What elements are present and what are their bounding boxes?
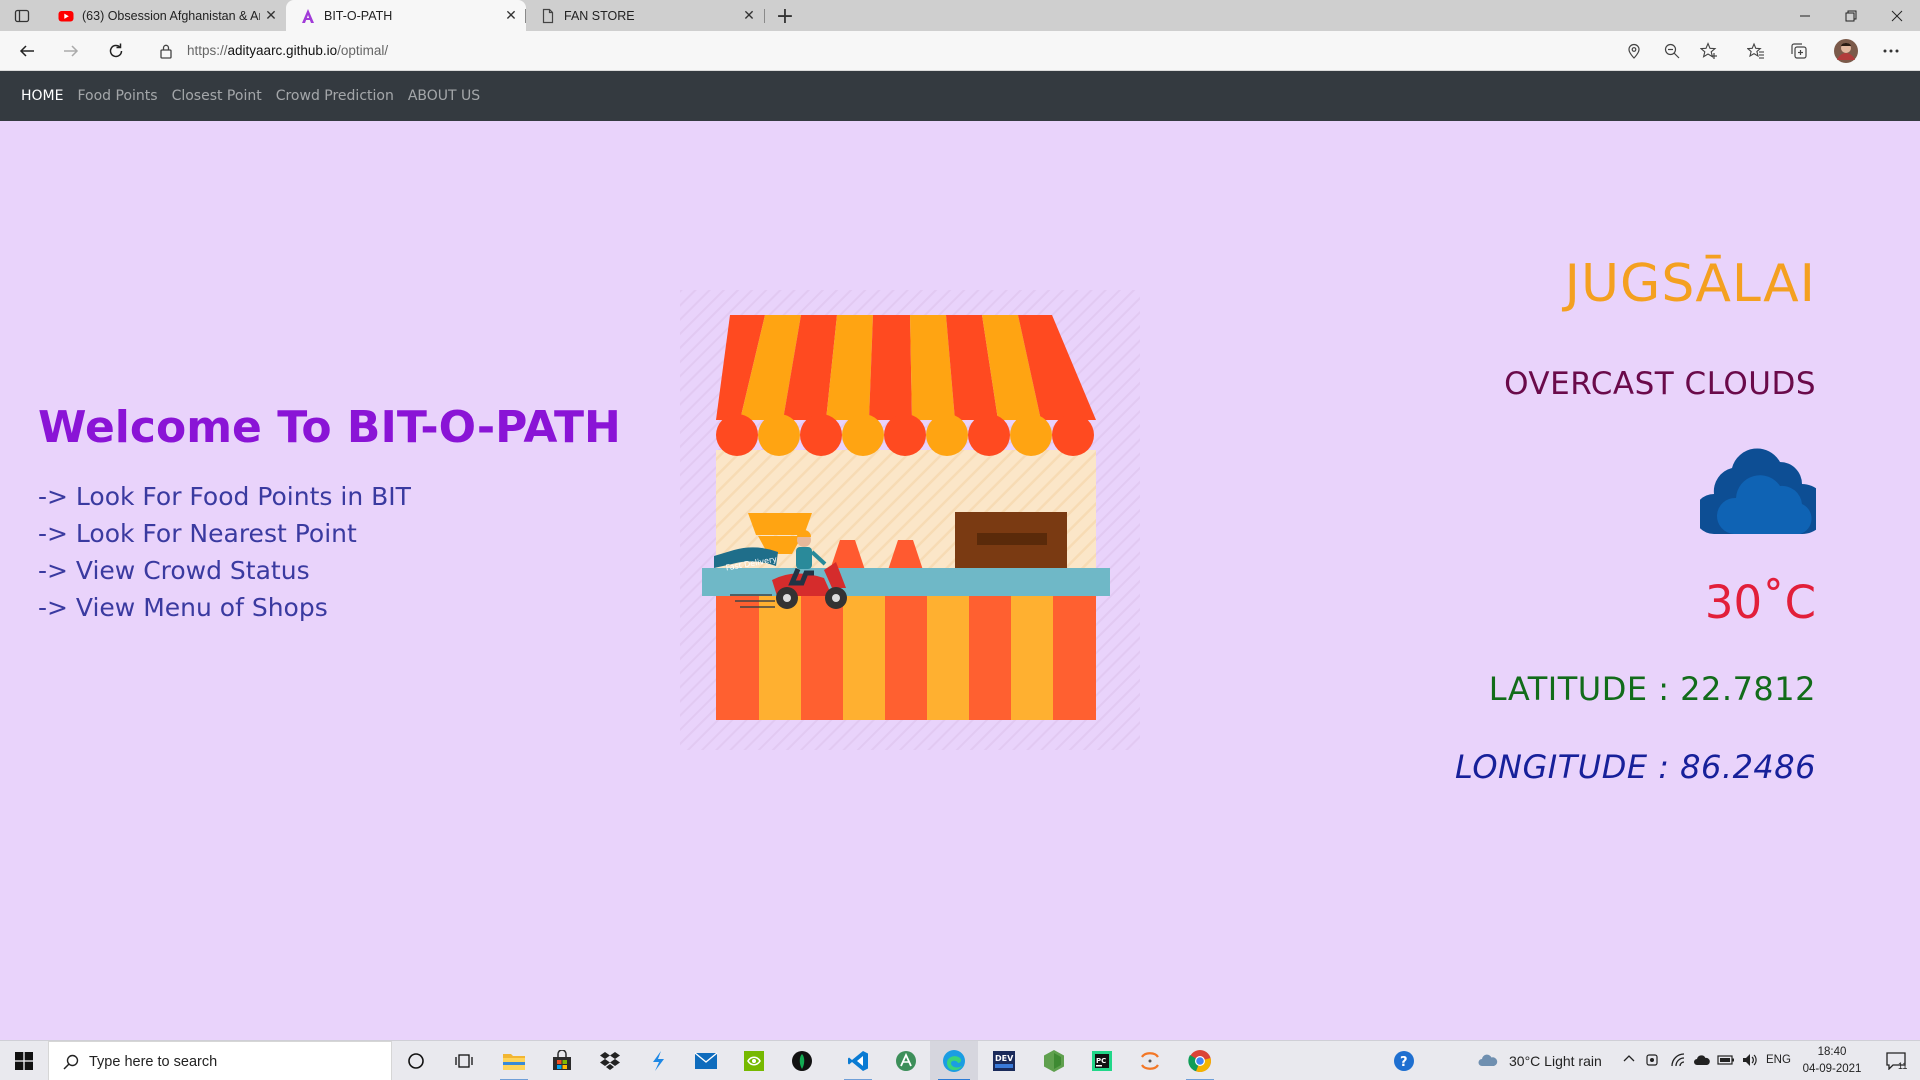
battery-icon[interactable]: [1717, 1053, 1735, 1069]
stall-base: [716, 596, 1096, 720]
city-name: JUGSĀLAI: [1564, 254, 1816, 314]
nvidia-icon[interactable]: [730, 1041, 778, 1080]
add-favorite-icon[interactable]: [1698, 40, 1720, 62]
volume-icon[interactable]: [1741, 1052, 1759, 1071]
notification-count: 11: [1898, 1061, 1908, 1071]
file-explorer-icon[interactable]: [490, 1041, 538, 1080]
node-icon[interactable]: [1030, 1041, 1078, 1080]
clock[interactable]: 18:40 04-09-2021: [1797, 1041, 1869, 1080]
onedrive-icon[interactable]: [1693, 1053, 1711, 1069]
youtube-icon: [58, 8, 74, 24]
cortana-icon[interactable]: [392, 1041, 440, 1080]
show-hidden-icons[interactable]: [1623, 1052, 1635, 1068]
latitude: LATITUDE : 22.7812: [1488, 670, 1816, 708]
feature-item: -> Look For Food Points in BIT: [38, 482, 411, 511]
language-indicator[interactable]: ENG: [1766, 1054, 1791, 1066]
browser-tab-bar: (63) Obsession Afghanistan & Ar ✕ BIT-O-…: [0, 0, 1920, 31]
minimize-button[interactable]: [1782, 0, 1828, 31]
document-icon: [540, 8, 556, 24]
tab-fan-store[interactable]: FAN STORE ✕: [526, 0, 764, 31]
dev-icon[interactable]: DEV: [980, 1041, 1028, 1080]
cloud-icon: [1694, 438, 1827, 536]
search-icon: [63, 1054, 79, 1074]
collections-icon[interactable]: [1788, 40, 1810, 62]
close-window-button[interactable]: [1874, 0, 1920, 31]
visual-studio-installer-icon[interactable]: [634, 1041, 682, 1080]
tab-title: BIT-O-PATH: [324, 8, 393, 23]
dropbox-icon[interactable]: [586, 1041, 634, 1080]
url-text[interactable]: https://adityaarc.github.io/optimal/: [187, 43, 388, 58]
pycharm-icon[interactable]: PC: [1078, 1041, 1126, 1080]
close-tab-icon[interactable]: ✕: [500, 5, 522, 27]
windows-taskbar: Type here to search DEV PC ? 30°C Light …: [0, 1040, 1920, 1080]
nav-link-crowd-prediction[interactable]: Crowd Prediction: [276, 88, 394, 104]
notification-center-button[interactable]: 11: [1872, 1041, 1920, 1080]
tab-bit-o-path[interactable]: BIT-O-PATH ✕: [286, 0, 526, 31]
close-tab-icon[interactable]: ✕: [738, 5, 760, 27]
site-navbar: HOME Food Points Closest Point Crowd Pre…: [0, 71, 1920, 121]
taskbar-search[interactable]: Type here to search: [48, 1041, 392, 1080]
search-placeholder: Type here to search: [89, 1054, 218, 1070]
feature-item: -> View Crowd Status: [38, 556, 310, 585]
bit-o-path-icon: [300, 8, 316, 24]
longitude: LONGITUDE : 86.2486: [1455, 748, 1816, 786]
start-button[interactable]: [0, 1041, 48, 1080]
feature-list: -> Look For Food Points in BIT -> Look F…: [38, 478, 411, 626]
nav-link-about-us[interactable]: ABOUT US: [408, 88, 480, 104]
task-view-icon[interactable]: [440, 1041, 488, 1080]
awning: [716, 315, 1096, 456]
tab-title: FAN STORE: [564, 8, 635, 23]
url-path: /optimal/: [337, 43, 389, 58]
profile-avatar[interactable]: [1832, 37, 1860, 65]
feature-item: -> Look For Nearest Point: [38, 519, 357, 548]
tab-youtube[interactable]: (63) Obsession Afghanistan & Ar ✕: [44, 0, 286, 31]
android-studio-icon[interactable]: [882, 1041, 930, 1080]
mongodb-compass-icon[interactable]: [778, 1041, 826, 1080]
url-host: adityaarc.github.io: [227, 43, 338, 58]
feature-item: -> View Menu of Shops: [38, 593, 328, 622]
svg-text:PC: PC: [1096, 1057, 1106, 1065]
favorites-icon[interactable]: [1745, 40, 1767, 62]
nav-link-food-points[interactable]: Food Points: [77, 88, 157, 104]
jupyter-icon[interactable]: [1126, 1041, 1174, 1080]
zoom-out-icon[interactable]: [1661, 40, 1683, 62]
close-tab-icon[interactable]: ✕: [260, 5, 282, 27]
weather-tray-icon[interactable]: [1478, 1052, 1498, 1071]
lock-icon[interactable]: [159, 43, 173, 63]
edge-icon[interactable]: [930, 1041, 978, 1080]
meet-now-icon[interactable]: [1645, 1052, 1659, 1071]
back-button[interactable]: [13, 37, 41, 65]
mail-icon[interactable]: [682, 1041, 730, 1080]
clock-date: 04-09-2021: [1802, 1063, 1862, 1075]
nav-link-home[interactable]: HOME: [21, 88, 63, 104]
location-icon[interactable]: [1623, 40, 1645, 62]
restore-button[interactable]: [1828, 0, 1874, 31]
weather-description: OVERCAST CLOUDS: [1504, 366, 1816, 402]
tray-weather-text[interactable]: 30°C Light rain: [1509, 1053, 1602, 1069]
new-tab-button[interactable]: +: [772, 3, 798, 29]
store-icon[interactable]: [538, 1041, 586, 1080]
refresh-button[interactable]: [102, 37, 130, 65]
help-icon[interactable]: ?: [1380, 1041, 1428, 1080]
chrome-icon[interactable]: [1176, 1041, 1224, 1080]
food-stall-illustration: Fast Delivery: [680, 290, 1140, 750]
network-icon[interactable]: [1670, 1052, 1686, 1071]
url-scheme: https://: [187, 43, 228, 58]
clock-time: 18:40: [1817, 1046, 1847, 1058]
vscode-icon[interactable]: [834, 1041, 882, 1080]
tab-title: (63) Obsession Afghanistan & Ar: [82, 8, 260, 23]
svg-text:DEV: DEV: [995, 1054, 1014, 1063]
nav-link-closest-point[interactable]: Closest Point: [172, 88, 262, 104]
browser-toolbar: https://adityaarc.github.io/optimal/: [0, 31, 1920, 71]
welcome-title: Welcome To BIT-O-PATH: [38, 402, 621, 453]
more-menu-icon[interactable]: [1880, 40, 1902, 62]
address-bar[interactable]: https://adityaarc.github.io/optimal/: [145, 36, 1725, 66]
svg-text:?: ?: [1400, 1055, 1408, 1070]
tab-actions-icon[interactable]: [14, 8, 30, 24]
tab-separator: [764, 9, 765, 23]
forward-button[interactable]: [57, 37, 85, 65]
temperature: 30˚C: [1704, 576, 1816, 629]
